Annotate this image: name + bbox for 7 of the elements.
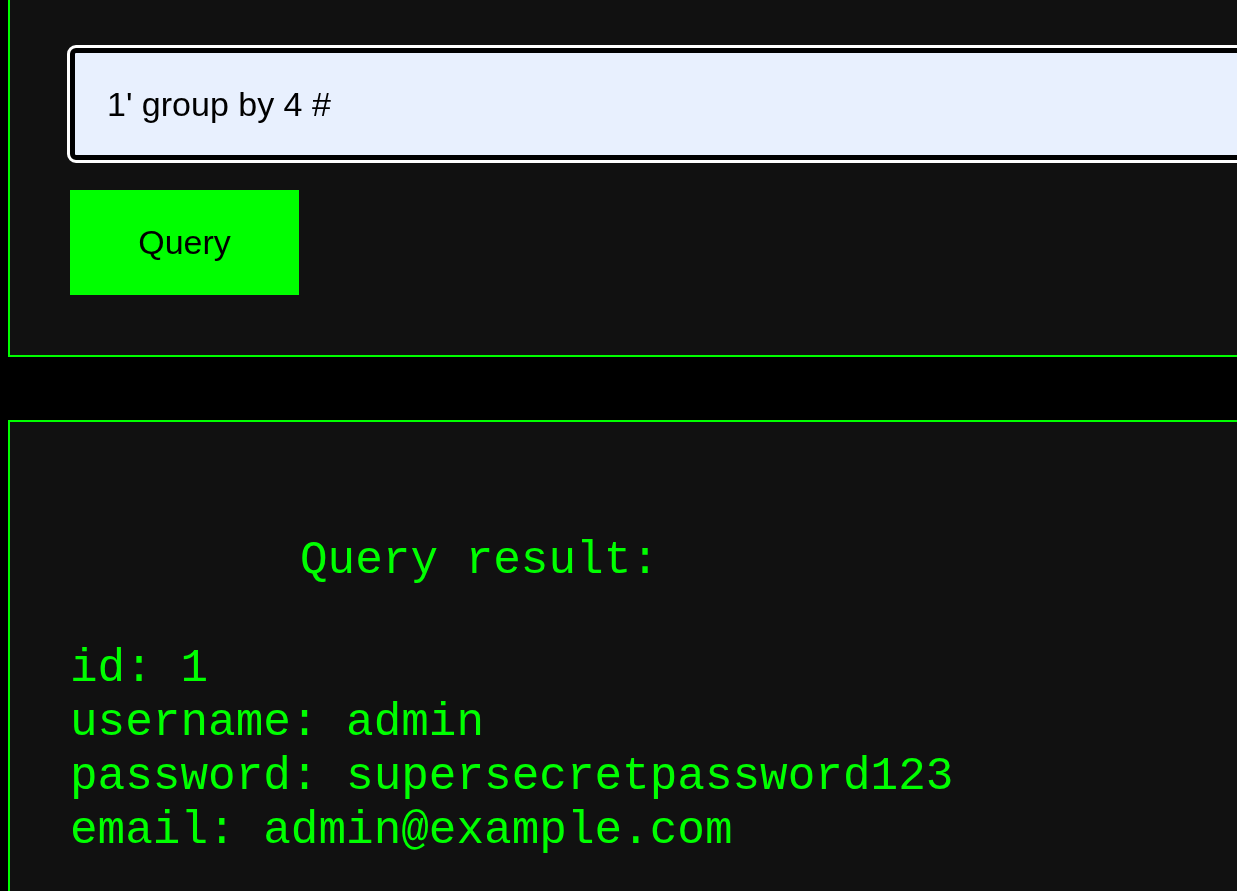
- result-line: email: admin@example.com: [70, 804, 733, 858]
- result-line: username: admin: [70, 696, 485, 750]
- query-field[interactable]: 1' group by 4 #: [70, 48, 1237, 160]
- query-button[interactable]: Query: [70, 190, 299, 295]
- result-line: id: 1: [70, 642, 209, 696]
- result-line: password: supersecretpassword123: [70, 750, 954, 804]
- result-heading: Query result:: [300, 534, 659, 588]
